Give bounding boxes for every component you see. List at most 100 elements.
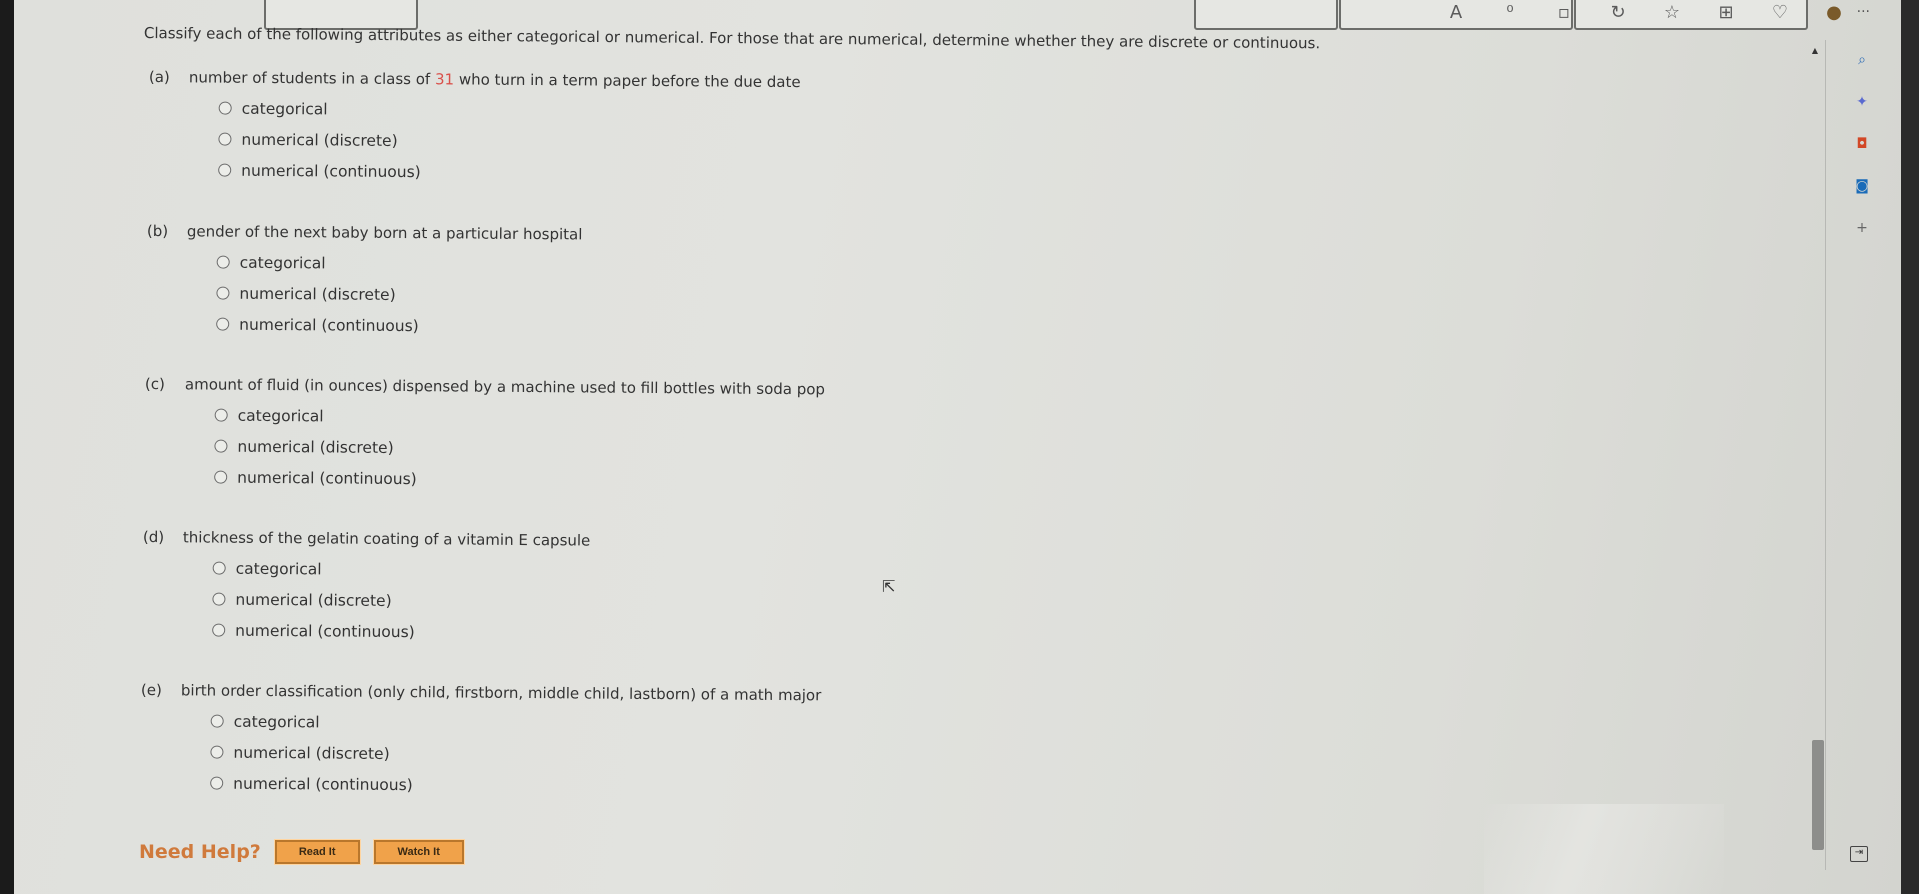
option-label: numerical (discrete) [237, 437, 394, 457]
answer-options: categorical numerical (discrete) numeric… [212, 553, 590, 649]
option-numerical-continuous[interactable]: numerical (continuous) [214, 462, 824, 498]
favorites-icon[interactable]: ☆ [1662, 2, 1682, 23]
radio-button[interactable] [214, 408, 228, 422]
radio-button[interactable] [216, 317, 230, 331]
question-prompt: (e) birth order classification (only chil… [141, 681, 822, 704]
add-icon[interactable]: + [1852, 218, 1872, 238]
more-options-icon[interactable]: ··· [1857, 4, 1870, 20]
prompt-text: gender of the next baby born at a partic… [186, 222, 583, 244]
option-numerical-continuous[interactable]: numerical (continuous) [218, 155, 800, 191]
option-categorical[interactable]: categorical [218, 93, 801, 129]
option-numerical-discrete[interactable]: numerical (discrete) [210, 737, 821, 773]
answer-options: categorical numerical (discrete) numeric… [214, 400, 825, 498]
prompt-text: birth order classification (only child, … [180, 681, 822, 705]
radio-button[interactable] [210, 745, 224, 759]
sidebar-toggle-icon[interactable]: ⇥ [1850, 846, 1868, 862]
option-label: categorical [235, 559, 322, 578]
option-label: categorical [241, 99, 328, 118]
radio-button[interactable] [216, 255, 230, 269]
question-prompt: (c) amount of fluid (in ounces) dispensed… [145, 375, 825, 398]
profile-icon[interactable]: ● [1824, 2, 1844, 23]
extensions-icon[interactable]: ▫ [1554, 2, 1574, 23]
watch-it-button[interactable]: Watch It [372, 839, 465, 865]
need-help-section: Need Help? Read It Watch It [139, 839, 465, 865]
top-button-my-notes[interactable] [1194, 0, 1338, 30]
instructions-text: Classify each of the following attribute… [143, 24, 1321, 53]
radio-button[interactable] [218, 101, 232, 115]
option-numerical-continuous[interactable]: numerical (continuous) [216, 309, 582, 343]
option-categorical[interactable]: categorical [214, 400, 825, 436]
need-help-label: Need Help? [139, 841, 261, 863]
read-aloud-icon[interactable]: ⁰ [1500, 2, 1520, 23]
radio-button[interactable] [210, 776, 224, 790]
question-c: (c) amount of fluid (in ounces) dispensed… [144, 375, 825, 497]
prompt-text-after: who turn in a term paper before the due … [454, 70, 801, 92]
radio-button[interactable] [212, 623, 226, 637]
browser-toolbar-icons: A ⁰ ▫ ↻ ☆ ⊞ ♡ ● [1446, 2, 1844, 23]
option-label: numerical (continuous) [233, 774, 413, 794]
highlighted-number: 31 [434, 70, 455, 89]
option-numerical-discrete[interactable]: numerical (discrete) [216, 278, 582, 312]
sparkle-icon[interactable]: ✦ [1852, 92, 1872, 112]
font-size-icon[interactable]: A [1446, 2, 1466, 23]
option-numerical-discrete[interactable]: numerical (discrete) [214, 431, 824, 467]
option-label: numerical (discrete) [241, 130, 398, 150]
question-prompt: (d) thickness of the gelatin coating of a… [143, 528, 591, 550]
option-label: categorical [233, 712, 320, 731]
mouse-cursor-icon: ⇱ [882, 577, 896, 596]
question-letter: (d) [142, 528, 165, 547]
read-it-button[interactable]: Read It [273, 839, 361, 865]
option-label: numerical (continuous) [239, 315, 419, 335]
option-numerical-discrete[interactable]: numerical (discrete) [218, 124, 800, 160]
radio-button[interactable] [216, 286, 230, 300]
option-categorical[interactable]: categorical [212, 553, 591, 587]
option-label: numerical (discrete) [239, 284, 396, 304]
prompt-text: number of students in a class of [188, 68, 436, 89]
collections-icon[interactable]: ⊞ [1716, 2, 1736, 23]
option-label: numerical (continuous) [237, 468, 417, 488]
option-label: numerical (discrete) [235, 590, 392, 610]
browser-screen: A ⁰ ▫ ↻ ☆ ⊞ ♡ ● ··· Classify each of the… [14, 0, 1904, 894]
screen-bezel-right [1901, 0, 1919, 894]
office-icon[interactable]: ◘ [1852, 134, 1872, 154]
copilot-icon[interactable]: ♡ [1770, 2, 1790, 23]
answer-options: categorical numerical (discrete) numeric… [210, 706, 821, 804]
question-letter: (e) [140, 681, 162, 700]
question-d: (d) thickness of the gelatin coating of a… [142, 528, 591, 649]
option-label: numerical (discrete) [233, 743, 390, 763]
option-label: categorical [237, 406, 324, 425]
question-prompt: (b) gender of the next baby born at a par… [147, 222, 583, 243]
question-e: (e) birth order classification (only chil… [140, 681, 822, 804]
option-label: numerical (continuous) [235, 621, 415, 641]
prompt-text: amount of fluid (in ounces) dispensed by… [184, 375, 826, 399]
radio-button[interactable] [218, 163, 232, 177]
option-numerical-discrete[interactable]: numerical (discrete) [212, 584, 590, 618]
option-label: numerical (continuous) [241, 161, 421, 181]
outlook-icon[interactable]: ◙ [1852, 176, 1872, 196]
scroll-up-icon[interactable]: ▲ [1812, 46, 1818, 55]
search-icon[interactable]: ⌕ [1852, 50, 1872, 70]
option-categorical[interactable]: categorical [210, 706, 822, 742]
radio-button[interactable] [214, 439, 228, 453]
refresh-icon[interactable]: ↻ [1608, 2, 1628, 23]
answer-options: categorical numerical (discrete) numeric… [218, 93, 800, 191]
question-a: (a) number of students in a class of 31 w… [148, 68, 801, 190]
screen-glare [1484, 804, 1724, 894]
option-label: categorical [239, 253, 326, 272]
radio-button[interactable] [212, 592, 226, 606]
option-numerical-continuous[interactable]: numerical (continuous) [212, 615, 590, 649]
edge-sidebar: ⌕ ✦ ◘ ◙ + [1850, 50, 1874, 238]
radio-button[interactable] [218, 132, 232, 146]
radio-button[interactable] [212, 561, 226, 575]
sidebar-divider [1825, 40, 1826, 870]
question-letter: (c) [144, 375, 165, 394]
option-categorical[interactable]: categorical [216, 247, 583, 281]
radio-button[interactable] [210, 714, 224, 728]
option-numerical-continuous[interactable]: numerical (continuous) [210, 768, 821, 804]
prompt-text: thickness of the gelatin coating of a vi… [182, 528, 591, 550]
scrollbar-thumb[interactable] [1812, 740, 1824, 850]
question-letter: (a) [148, 68, 170, 87]
question-prompt: (a) number of students in a class of 31 w… [149, 68, 801, 91]
radio-button[interactable] [214, 470, 228, 484]
question-b: (b) gender of the next baby born at a par… [146, 222, 583, 343]
